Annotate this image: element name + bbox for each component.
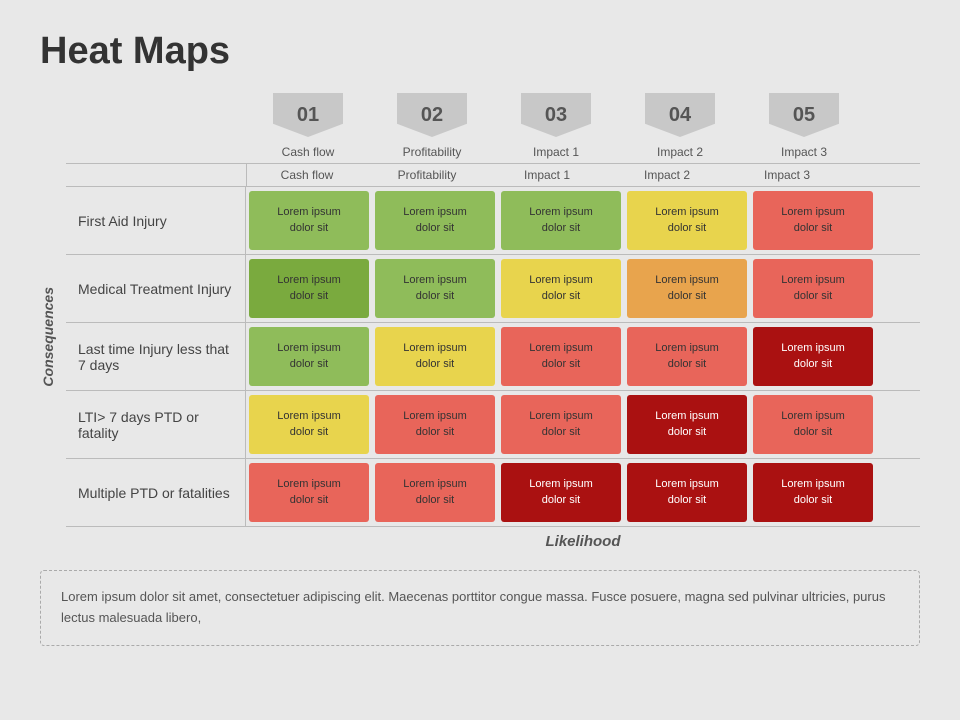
heat-cell: Lorem ipsum dolor sit	[501, 395, 621, 454]
col-label: Profitability	[372, 141, 492, 163]
col-label: Impact 1	[496, 141, 616, 163]
col-label-header: Profitability	[367, 164, 487, 186]
col-header-wrapper: 04 Impact 2	[620, 93, 740, 163]
heat-cell: Lorem ipsum dolor sit	[501, 327, 621, 386]
col-header-wrapper: 05 Impact 3	[744, 93, 864, 163]
heat-cell: Lorem ipsum dolor sit	[249, 463, 369, 522]
table-row: LTI> 7 days PTD or fatalityLorem ipsum d…	[66, 391, 920, 459]
heat-cell: Lorem ipsum dolor sit	[375, 327, 495, 386]
col-label: Cash flow	[248, 141, 368, 163]
col-label: Impact 3	[744, 141, 864, 163]
heat-cell: Lorem ipsum dolor sit	[501, 259, 621, 318]
table-row: Last time Injury less that 7 daysLorem i…	[66, 323, 920, 391]
row-label: LTI> 7 days PTD or fatality	[66, 391, 246, 458]
row-label: Multiple PTD or fatalities	[66, 459, 246, 526]
col-header-wrapper: 02 Profitability	[372, 93, 492, 163]
heat-cell: Lorem ipsum dolor sit	[501, 463, 621, 522]
table-row: Medical Treatment InjuryLorem ipsum dolo…	[66, 255, 920, 323]
col-label-header: Impact 3	[727, 164, 847, 186]
heat-cell: Lorem ipsum dolor sit	[249, 259, 369, 318]
heat-cell: Lorem ipsum dolor sit	[753, 463, 873, 522]
heat-cell: Lorem ipsum dolor sit	[627, 327, 747, 386]
heat-cell: Lorem ipsum dolor sit	[627, 395, 747, 454]
table-row: First Aid InjuryLorem ipsum dolor sitLor…	[66, 187, 920, 255]
heat-cell: Lorem ipsum dolor sit	[375, 259, 495, 318]
arrow-badge: 04	[645, 93, 715, 137]
page-title: Heat Maps	[40, 30, 920, 73]
heat-cell: Lorem ipsum dolor sit	[627, 191, 747, 250]
heat-cell: Lorem ipsum dolor sit	[375, 191, 495, 250]
col-label-header: Impact 2	[607, 164, 727, 186]
heat-cell: Lorem ipsum dolor sit	[375, 463, 495, 522]
arrow-badge: 05	[769, 93, 839, 137]
heat-cell: Lorem ipsum dolor sit	[753, 259, 873, 318]
heat-cell: Lorem ipsum dolor sit	[249, 191, 369, 250]
row-label: First Aid Injury	[66, 187, 246, 254]
col-header-wrapper: 03 Impact 1	[496, 93, 616, 163]
footer-text: Lorem ipsum dolor sit amet, consectetuer…	[61, 589, 885, 625]
arrow-badge: 01	[273, 93, 343, 137]
page: Heat Maps Consequences 01 Cash flow 02 Prof…	[0, 0, 960, 720]
footer-box: Lorem ipsum dolor sit amet, consectetuer…	[40, 570, 920, 646]
arrow-badge: 03	[521, 93, 591, 137]
col-label: Impact 2	[620, 141, 740, 163]
heat-cell: Lorem ipsum dolor sit	[753, 395, 873, 454]
column-headers: 01 Cash flow 02 Profitability 03 Impact 1 04 Im…	[246, 93, 920, 163]
heat-cell: Lorem ipsum dolor sit	[249, 327, 369, 386]
heat-cell: Lorem ipsum dolor sit	[249, 395, 369, 454]
heat-cell: Lorem ipsum dolor sit	[753, 327, 873, 386]
header-row: Cash flowProfitabilityImpact 1Impact 2Im…	[66, 164, 920, 187]
heat-cell: Lorem ipsum dolor sit	[375, 395, 495, 454]
col-header-wrapper: 01 Cash flow	[248, 93, 368, 163]
heat-cell: Lorem ipsum dolor sit	[627, 463, 747, 522]
table-section: 01 Cash flow 02 Profitability 03 Impact 1 04 Im…	[66, 93, 920, 550]
table-row: Multiple PTD or fatalitiesLorem ipsum do…	[66, 459, 920, 527]
likelihood-label: Likelihood	[246, 533, 920, 550]
row-label: Last time Injury less that 7 days	[66, 323, 246, 390]
consequences-label: Consequences	[40, 287, 56, 387]
heat-cell: Lorem ipsum dolor sit	[753, 191, 873, 250]
col-label-header: Cash flow	[247, 164, 367, 186]
main-content: Consequences 01Cash flow02Profitability0…	[40, 93, 920, 550]
heat-table: Cash flowProfitabilityImpact 1Impact 2Im…	[66, 163, 920, 527]
heat-cell: Lorem ipsum dolor sit	[501, 191, 621, 250]
arrow-badge: 02	[397, 93, 467, 137]
col-label-header: Impact 1	[487, 164, 607, 186]
row-label: Medical Treatment Injury	[66, 255, 246, 322]
heat-cell: Lorem ipsum dolor sit	[627, 259, 747, 318]
